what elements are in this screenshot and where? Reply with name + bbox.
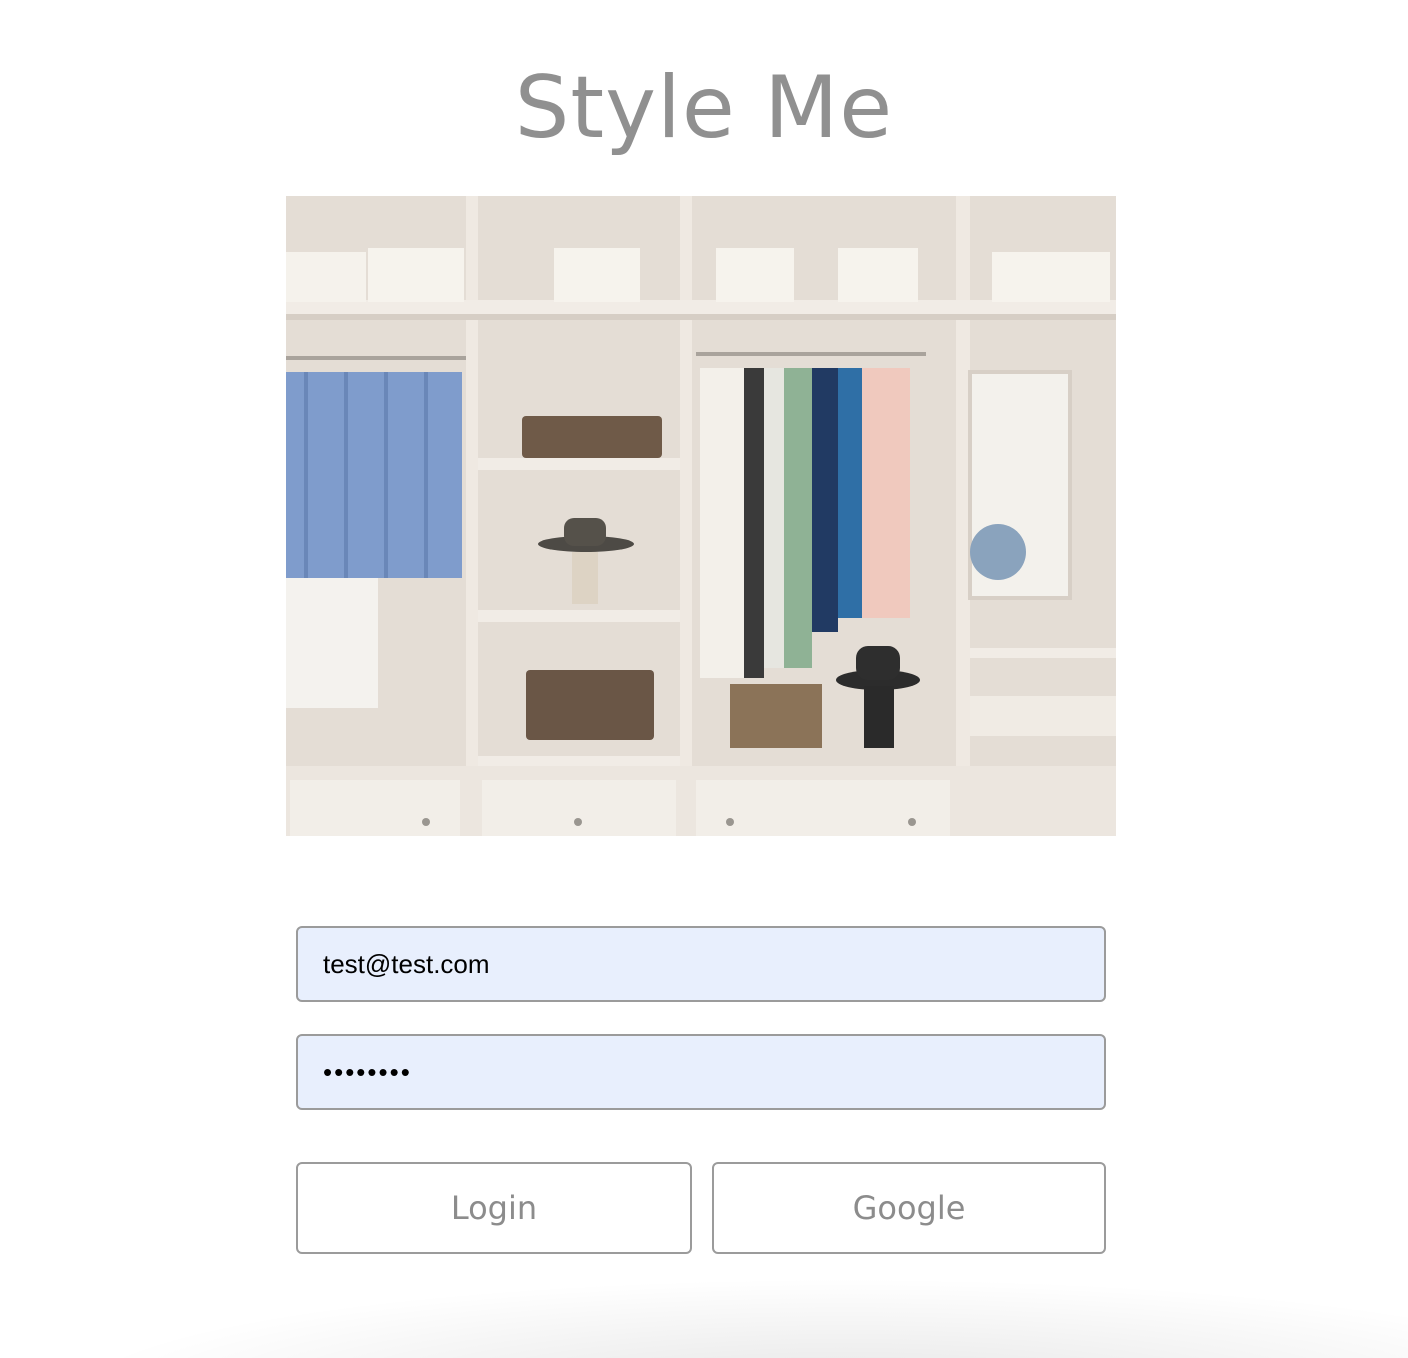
email-field[interactable] (296, 926, 1106, 1002)
closet-hero-image (286, 196, 1116, 836)
app-title: Style Me (514, 58, 894, 158)
google-login-button[interactable]: Google (712, 1162, 1106, 1254)
password-field[interactable] (296, 1034, 1106, 1110)
login-button[interactable]: Login (296, 1162, 692, 1254)
bottom-shadow (0, 1268, 1408, 1358)
